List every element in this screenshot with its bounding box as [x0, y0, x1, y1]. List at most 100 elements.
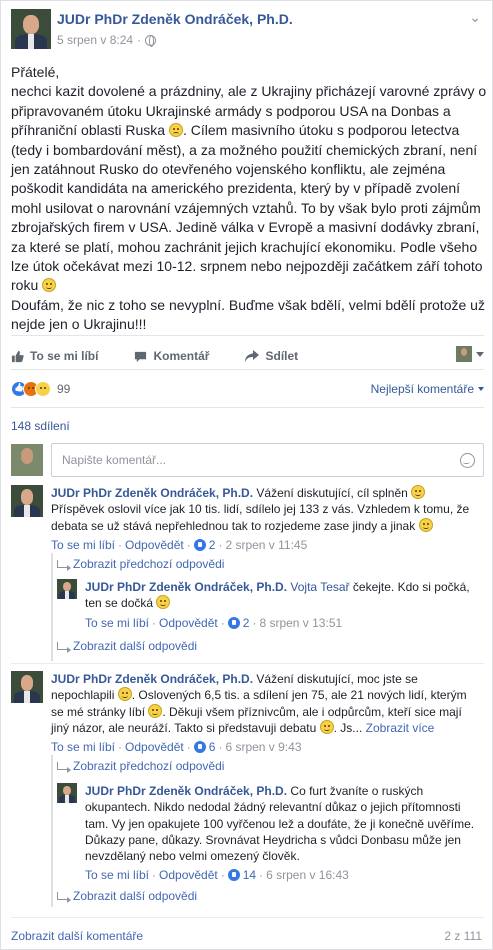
reply-reply-link[interactable]: Odpovědět	[159, 868, 218, 882]
comment-button[interactable]: Komentář	[134, 349, 209, 363]
smile-emoji-icon	[319, 719, 334, 734]
share-count[interactable]: 148 sdílení	[11, 419, 70, 433]
reply-time[interactable]: 6 srpen v 16:43	[266, 868, 349, 882]
comment-author-avatar[interactable]	[11, 671, 43, 703]
thumbs-up-icon	[11, 350, 24, 362]
post-timestamp[interactable]: 5 srpen v 8:24	[57, 33, 133, 47]
smile-emoji-icon	[411, 485, 426, 499]
smile-emoji-icon	[117, 687, 132, 702]
comment-input[interactable]: Napište komentář...	[51, 443, 484, 477]
comment-sort-dropdown[interactable]: Nejlepší komentáře	[371, 382, 484, 396]
haha-reaction-icon[interactable]	[35, 381, 51, 397]
comment-like-link[interactable]: To se mi líbí	[51, 740, 115, 754]
comment-time[interactable]: 2 srpen v 11:45	[225, 538, 307, 552]
comment: JUDr PhDr Zdeněk Ondráček, Ph.D. Vážení …	[11, 485, 481, 552]
divider	[11, 369, 484, 370]
like-label: To se mi líbí	[30, 349, 99, 363]
like-count-icon	[193, 538, 206, 551]
divider	[11, 917, 484, 918]
comment-text: JUDr PhDr Zdeněk Ondráček, Ph.D. Vážení …	[51, 485, 470, 533]
comment-reply-link[interactable]: Odpovědět	[125, 538, 184, 552]
sad-emoji-icon	[168, 123, 183, 138]
globe-icon	[145, 34, 157, 47]
smile-emoji-icon	[42, 278, 57, 293]
reply: JUDr PhDr Zdeněk Ondráček, Ph.D. Co furt…	[57, 783, 481, 882]
post-actions: To se mi líbí Komentář Sdílet	[11, 344, 484, 368]
reply-author-avatar[interactable]	[57, 783, 77, 803]
post-header: JUDr PhDr Zdeněk Ondráček, Ph.D. 5 srpen…	[11, 9, 481, 55]
comment-time[interactable]: 6 srpen v 9:43	[225, 740, 301, 754]
post-body: Přátelé, nechci kazit dovolené a prázdni…	[11, 63, 487, 335]
comment: JUDr PhDr Zdeněk Ondráček, Ph.D. Vážení …	[11, 671, 481, 754]
post-paragraph: nechci kazit dovolené a prázdniny, ale z…	[11, 83, 491, 294]
caret-down-icon	[476, 351, 484, 357]
comment-meta: To se mi líbí · Odpovědět · 2 · 2 srpen …	[51, 537, 308, 552]
reply-time[interactable]: 8 srpen v 13:51	[259, 616, 342, 630]
comment-composer: Napište komentář...	[11, 443, 484, 477]
reply-like-link[interactable]: To se mi líbí	[85, 868, 149, 882]
comment-text: JUDr PhDr Zdeněk Ondráček, Ph.D. Vážení …	[51, 672, 467, 735]
comment-like-count[interactable]: 2	[209, 538, 216, 552]
reply-arrow-icon	[57, 762, 71, 773]
reply-author-avatar[interactable]	[57, 579, 77, 599]
comment-like-link[interactable]: To se mi líbí	[51, 538, 115, 552]
divider	[11, 335, 484, 336]
reply-like-count[interactable]: 14	[243, 868, 256, 882]
reply-reply-link[interactable]: Odpovědět	[159, 616, 218, 630]
post-meta: 5 srpen v 8:24 ·	[57, 33, 157, 47]
page-avatar	[456, 346, 472, 362]
comment-placeholder: Napište komentář...	[62, 453, 167, 467]
comment-reply-link[interactable]: Odpovědět	[125, 740, 184, 754]
post-card: JUDr PhDr Zdeněk Ondráček, Ph.D. 5 srpen…	[0, 0, 493, 950]
smile-emoji-icon	[148, 703, 163, 718]
thread-line	[51, 553, 53, 661]
comment-icon	[135, 351, 147, 362]
share-button[interactable]: Sdílet	[245, 349, 298, 363]
comment-count: 2 z 111	[444, 929, 482, 943]
like-button[interactable]: To se mi líbí	[11, 349, 98, 363]
comment-meta: To se mi líbí · Odpovědět · 6 · 6 srpen …	[51, 740, 302, 755]
show-previous-replies[interactable]: Zobrazit předchozí odpovědi	[57, 557, 224, 571]
chevron-down-icon[interactable]: ⌄	[469, 9, 481, 26]
meta-separator: ·	[137, 33, 142, 47]
reply-like-count[interactable]: 2	[243, 616, 250, 630]
reply-meta: To se mi líbí · Odpovědět · 14 · 6 srpen…	[85, 868, 349, 883]
viewer-avatar	[11, 444, 43, 476]
comment-like-count[interactable]: 6	[209, 740, 216, 754]
thread-line	[51, 755, 53, 907]
divider	[11, 407, 484, 408]
show-more-replies[interactable]: Zobrazit další odpovědi	[57, 889, 197, 903]
reply-meta: To se mi líbí · Odpovědět · 2 · 8 srpen …	[85, 615, 343, 630]
mention-link[interactable]: Vojta Tesař	[290, 580, 349, 594]
show-previous-replies[interactable]: Zobrazit předchozí odpovědi	[57, 759, 224, 773]
see-more-link[interactable]: Zobrazit více	[366, 721, 435, 735]
show-more-comments[interactable]: Zobrazit další komentáře	[11, 929, 143, 943]
post-author-name[interactable]: JUDr PhDr Zdeněk Ondráček, Ph.D.	[57, 11, 293, 27]
like-count-icon	[227, 616, 240, 629]
comment-label: Komentář	[153, 349, 210, 363]
comment-author[interactable]: JUDr PhDr Zdeněk Ondráček, Ph.D.	[51, 672, 253, 686]
comment-author-avatar[interactable]	[11, 485, 43, 517]
share-arrow-icon	[245, 349, 260, 362]
share-as-picker[interactable]	[456, 346, 484, 362]
show-more-replies[interactable]: Zobrazit další odpovědi	[57, 639, 197, 653]
reply-author[interactable]: JUDr PhDr Zdeněk Ondráček, Ph.D.	[85, 784, 287, 798]
reaction-count[interactable]: 99	[57, 382, 70, 396]
author-avatar[interactable]	[11, 9, 51, 49]
emoji-icon[interactable]	[460, 453, 475, 468]
post-paragraph: Doufám, že nic z toho se nevyplní. Buďme…	[11, 296, 489, 333]
caret-down-icon	[478, 387, 484, 391]
reactions-bar: 99 Nejlepší komentáře	[11, 379, 484, 399]
post-paragraph: Přátelé,	[11, 64, 60, 80]
comment-author[interactable]: JUDr PhDr Zdeněk Ondráček, Ph.D.	[51, 486, 253, 500]
smile-emoji-icon	[156, 595, 171, 610]
reply-like-link[interactable]: To se mi líbí	[85, 616, 149, 630]
reply-author[interactable]: JUDr PhDr Zdeněk Ondráček, Ph.D.	[85, 580, 287, 594]
sort-label: Nejlepší komentáře	[370, 382, 474, 396]
reply: JUDr PhDr Zdeněk Ondráček, Ph.D. Vojta T…	[57, 579, 481, 630]
like-count-icon	[227, 869, 240, 882]
share-label: Sdílet	[265, 349, 299, 363]
smile-emoji-icon	[418, 517, 433, 532]
divider	[11, 663, 484, 664]
reply-text: JUDr PhDr Zdeněk Ondráček, Ph.D. Co furt…	[85, 784, 475, 864]
